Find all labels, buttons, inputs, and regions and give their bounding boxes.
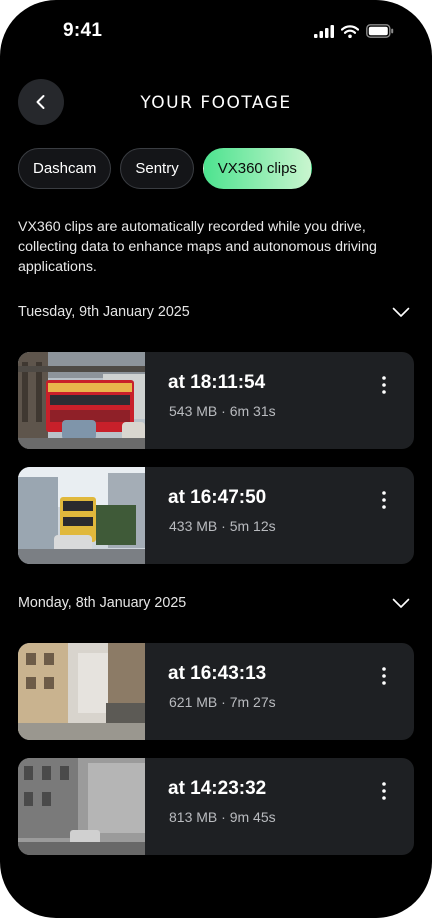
clip-meta: 621 MB · 7m 27s (169, 694, 276, 710)
description-text: VX360 clips are automatically recorded w… (18, 219, 377, 275)
wifi-icon (341, 24, 359, 38)
status-icons (314, 24, 394, 38)
more-options-button[interactable] (372, 488, 396, 512)
clip-time: at 16:47:50 (168, 487, 267, 508)
clip-thumbnail (18, 352, 145, 449)
clip-time: at 14:23:32 (168, 778, 267, 799)
date-header: Monday, 8th January 2025 (18, 595, 187, 611)
page-title: YOUR FOOTAGE (140, 93, 292, 113)
clip-card[interactable]: at 18:11:54 543 MB · 6m 31s (18, 352, 414, 449)
tab-dashcam[interactable]: Dashcam (18, 148, 112, 189)
clip-thumbnail (18, 467, 145, 564)
more-options-button[interactable] (372, 373, 396, 397)
date-header: Tuesday, 9th January 2025 (18, 304, 190, 320)
battery-icon (366, 24, 394, 38)
tab-vx360-clips[interactable]: VX360 clips (202, 148, 312, 189)
clip-meta: 813 MB · 9m 45s (169, 809, 276, 825)
status-time: 9:41 (63, 20, 103, 41)
more-options-button[interactable] (372, 664, 396, 688)
clip-card[interactable]: at 14:23:32 813 MB · 9m 45s (18, 758, 414, 855)
clip-card[interactable]: at 16:43:13 621 MB · 7m 27s (18, 643, 414, 740)
more-vertical-icon (382, 667, 386, 685)
more-vertical-icon (382, 376, 386, 394)
clip-time: at 18:11:54 (168, 372, 266, 393)
phone-screen: 9:41 YOUR FOOTAGE Dashcam Sentry VX360 c… (0, 0, 432, 918)
more-options-button[interactable] (372, 779, 396, 803)
clip-thumbnail (18, 758, 145, 855)
clip-meta: 543 MB · 6m 31s (169, 403, 276, 419)
status-bar: 9:41 (0, 0, 432, 60)
more-vertical-icon (382, 491, 386, 509)
clip-thumbnail (18, 643, 145, 740)
footage-tabs: Dashcam Sentry VX360 clips (18, 148, 312, 189)
signal-icon (314, 24, 334, 38)
clip-meta: 433 MB · 5m 12s (169, 518, 276, 534)
clip-card[interactable]: at 16:47:50 433 MB · 5m 12s (18, 467, 414, 564)
chevron-down-icon[interactable] (392, 598, 410, 609)
clip-time: at 16:43:13 (168, 663, 267, 684)
tab-sentry[interactable]: Sentry (120, 148, 194, 189)
more-vertical-icon (382, 782, 386, 800)
chevron-down-icon[interactable] (392, 307, 410, 318)
